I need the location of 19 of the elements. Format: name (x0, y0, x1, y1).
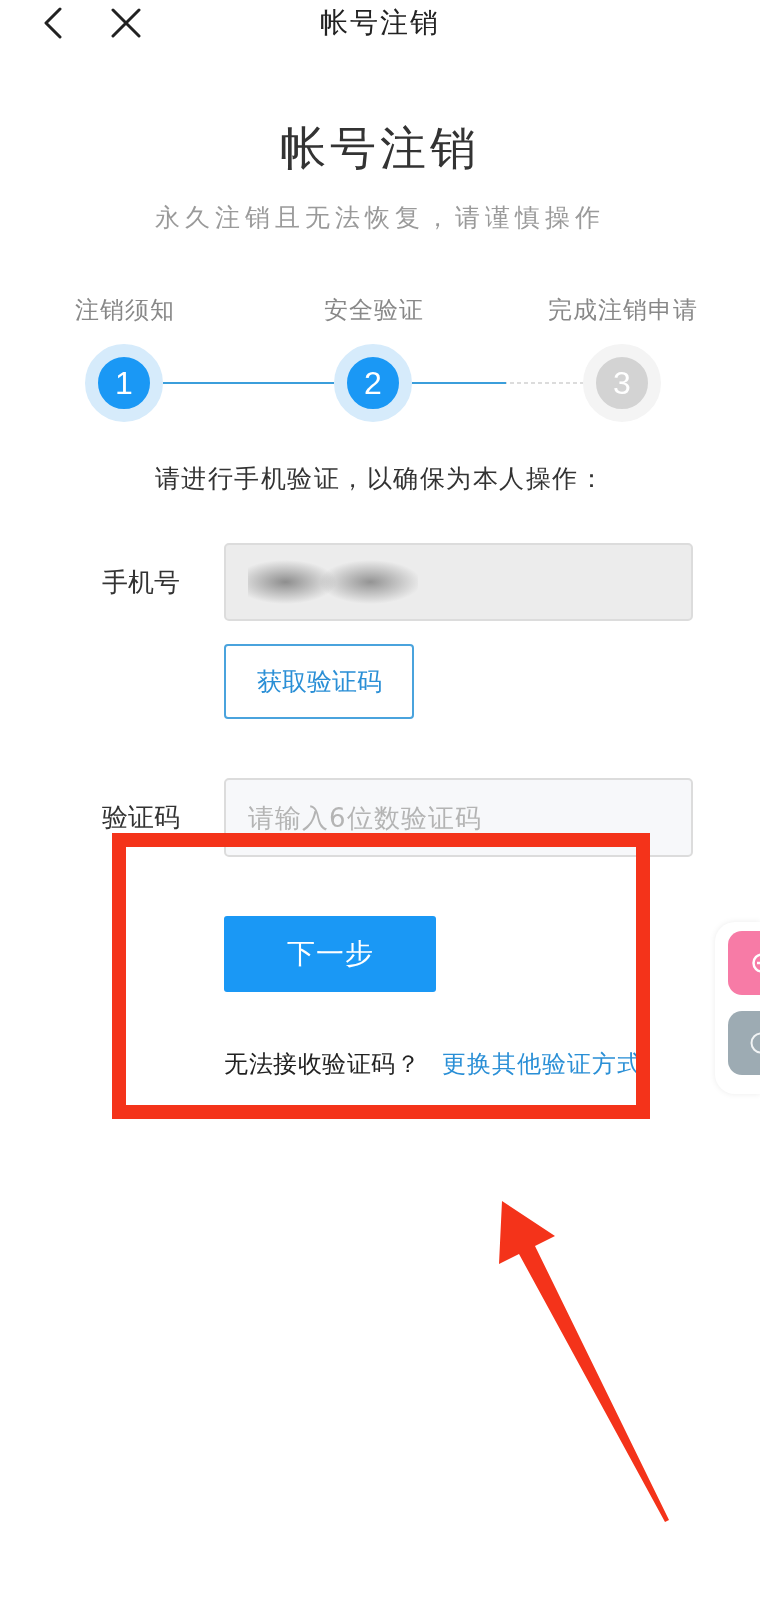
step-label: 注销须知 (74, 296, 175, 324)
side-button[interactable] (728, 1011, 760, 1075)
step-label: 完成注销申请 (547, 296, 698, 324)
next-button[interactable]: 下一步 (224, 916, 436, 992)
step-label: 安全验证 (323, 296, 424, 324)
warning-subtitle: 永久注销且无法恢复，请谨慎操作 (155, 203, 605, 232)
ring-icon (748, 1032, 760, 1054)
page-title: 帐号注销 (320, 6, 440, 39)
code-label: 验证码 (102, 802, 180, 833)
phone-label: 手机号 (102, 566, 180, 598)
step-circle: 2 (334, 344, 412, 422)
back-icon[interactable] (43, 7, 63, 39)
add-button[interactable] (728, 931, 760, 995)
step-circle: 1 (85, 344, 163, 422)
heading: 帐号注销 (280, 121, 480, 175)
get-code-button[interactable]: 获取验证码 (224, 644, 414, 719)
instruction-text: 请进行手机验证，以确保为本人操作： (154, 464, 606, 493)
close-icon[interactable] (111, 8, 141, 38)
help-text: 无法接收验证码？ (224, 1049, 420, 1080)
